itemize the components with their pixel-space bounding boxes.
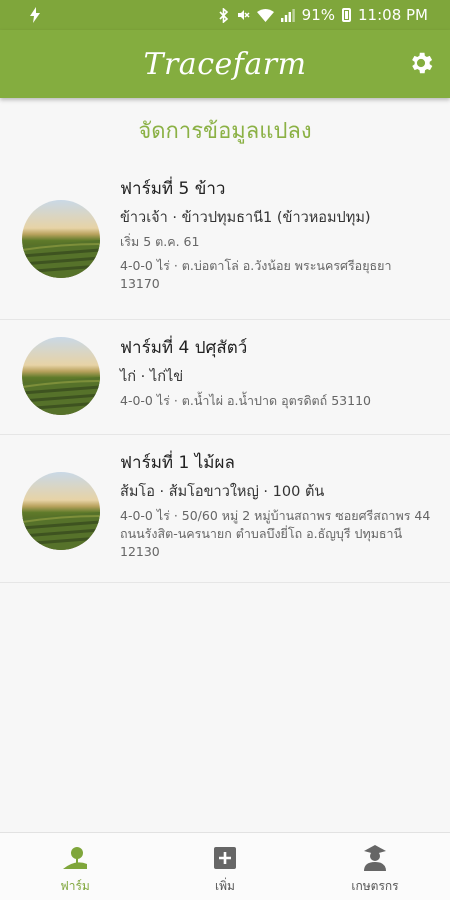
battery-icon xyxy=(342,8,352,22)
signal-icon xyxy=(280,8,295,22)
page-title: จัดการข้อมูลแปลง xyxy=(138,119,312,144)
farm-name: ฟาร์มที่ 1 ไม้ผล xyxy=(120,453,235,473)
farm-crop-detail: ส้มโอ · ส้มโอขาวใหญ่ · 100 ต้น xyxy=(120,484,325,500)
farm-list-item[interactable]: ฟาร์มที่ 5 ข้าว ข้าวเจ้า · ข้าวปทุมธานี1… xyxy=(0,160,450,320)
bottom-navigation: ฟาร์ม เพิ่ม เกษตรกร xyxy=(0,832,450,900)
farm-location: 4-0-0 ไร่ · 50/60 หมู่ 2 หมู่บ้านสถาพร ซ… xyxy=(120,508,431,559)
farm-icon xyxy=(62,845,88,871)
farm-start-date: เริ่ม 5 ต.ค. 61 xyxy=(120,234,200,249)
status-time: 11:08 PM xyxy=(358,6,428,24)
farm-thumbnail xyxy=(22,200,100,278)
farm-location: 4-0-0 ไร่ · ต.น้ำไผ่ อ.น้ำปาด อุตรดิตถ์ … xyxy=(120,393,371,408)
nav-item-farmer[interactable]: เกษตรกร xyxy=(300,833,450,900)
nav-label-farm: ฟาร์ม xyxy=(60,879,90,893)
status-bar: 91% 11:08 PM xyxy=(0,0,450,30)
add-box-icon xyxy=(212,845,238,871)
nav-label-add: เพิ่ม xyxy=(215,879,235,893)
farm-thumbnail xyxy=(22,337,100,415)
farm-name: ฟาร์มที่ 4 ปศุสัตว์ xyxy=(120,338,248,358)
farmer-icon xyxy=(362,845,388,871)
app-bar: Tracefarm xyxy=(0,30,450,98)
settings-button[interactable] xyxy=(406,48,436,78)
farm-list-item[interactable]: ฟาร์มที่ 4 ปศุสัตว์ ไก่ · ไก่ไข่ 4-0-0 ไ… xyxy=(0,320,450,435)
bluetooth-icon xyxy=(219,7,228,23)
farm-thumbnail xyxy=(22,472,100,550)
battery-percent: 91% xyxy=(301,6,336,24)
gear-icon xyxy=(412,52,433,74)
farm-list: ฟาร์มที่ 5 ข้าว ข้าวเจ้า · ข้าวปทุมธานี1… xyxy=(0,160,450,583)
charging-icon xyxy=(30,7,40,23)
farm-name: ฟาร์มที่ 5 ข้าว xyxy=(120,179,226,199)
mute-icon xyxy=(237,10,250,20)
farm-crop-detail: ข้าวเจ้า · ข้าวปทุมธานี1 (ข้าวหอมปทุม) xyxy=(120,210,371,226)
app-title: Tracefarm xyxy=(143,46,307,82)
nav-item-add[interactable]: เพิ่ม xyxy=(150,833,300,900)
farm-crop-detail: ไก่ · ไก่ไข่ xyxy=(120,369,184,385)
farm-list-item[interactable]: ฟาร์มที่ 1 ไม้ผล ส้มโอ · ส้มโอขาวใหญ่ · … xyxy=(0,435,450,583)
nav-label-farmer: เกษตรกร xyxy=(351,879,399,893)
nav-item-farm[interactable]: ฟาร์ม xyxy=(0,833,150,900)
wifi-icon xyxy=(256,8,274,22)
farm-location: 4-0-0 ไร่ · ต.บ่อตาโล่ อ.วังน้อย พระนครศ… xyxy=(120,258,392,291)
